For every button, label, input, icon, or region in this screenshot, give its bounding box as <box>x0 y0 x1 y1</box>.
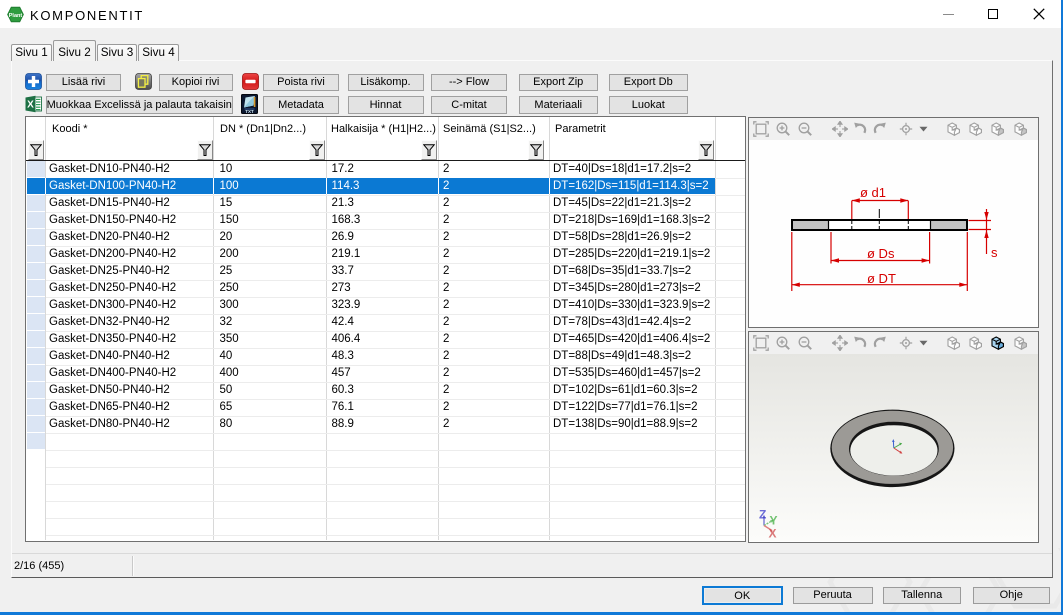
svg-text:ø Ds: ø Ds <box>867 246 895 261</box>
svg-text:Plant: Plant <box>9 13 23 19</box>
svg-text:Y: Y <box>770 514 778 528</box>
svg-text:ø d1: ø d1 <box>860 185 886 200</box>
svg-text:X: X <box>27 100 34 111</box>
svg-text:Z: Z <box>759 508 766 522</box>
svg-text:s: s <box>991 245 998 260</box>
svg-text:TXT: TXT <box>245 109 254 114</box>
svg-text:X: X <box>769 527 777 541</box>
svg-text:ø DT: ø DT <box>867 271 896 286</box>
